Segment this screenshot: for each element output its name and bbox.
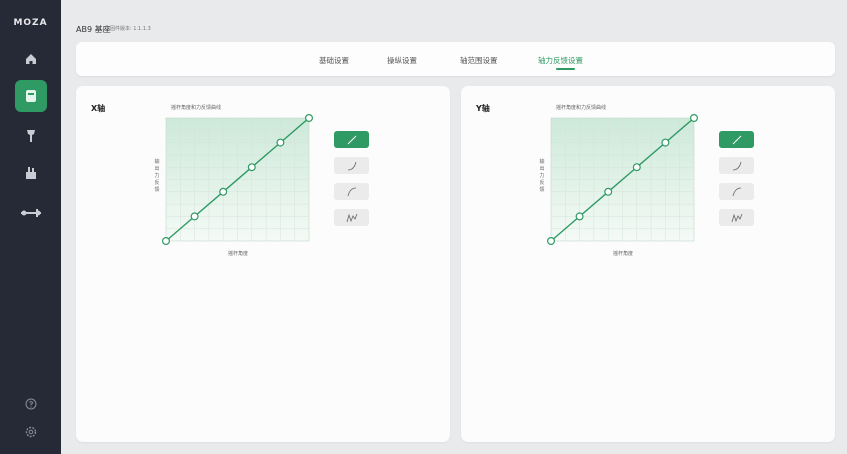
force-feedback-curve-chart[interactable]: [156, 108, 321, 248]
throttle-icon: [26, 167, 36, 179]
sidebar-settings[interactable]: [15, 416, 47, 448]
logarithmic-curve-icon: [732, 187, 741, 196]
logarithmic-curve-icon: [347, 187, 356, 196]
curve-control-point[interactable]: [575, 212, 584, 221]
sidebar-item-pedals[interactable]: [15, 197, 47, 229]
sidebar-item-throttle[interactable]: [15, 157, 47, 189]
joystick-grip-icon: [27, 130, 35, 142]
linear-curve-button[interactable]: [334, 131, 369, 148]
curve-control-point[interactable]: [661, 138, 670, 147]
y-axis-panel: Y轴 摇杆角度和力反馈曲线 输出力反馈 摇杆角度: [461, 86, 835, 442]
panel-title: X轴: [91, 104, 106, 113]
curve-control-point[interactable]: [276, 138, 285, 147]
sidebar-item-base[interactable]: [15, 80, 47, 112]
logarithmic-curve-button[interactable]: [719, 183, 754, 200]
panel-title: Y轴: [476, 104, 490, 113]
curve-control-point[interactable]: [690, 113, 699, 123]
moza-logo: MOZA: [13, 18, 48, 28]
curve-control-point[interactable]: [305, 113, 314, 123]
app-title: AB9 基座: [76, 25, 111, 34]
curve-control-point[interactable]: [604, 187, 613, 196]
linear-curve-icon: [347, 135, 356, 144]
chart-xlabel: 摇杆角度: [228, 251, 249, 257]
linear-curve-icon: [732, 135, 741, 144]
curve-control-point[interactable]: [546, 237, 556, 246]
tab-control-settings[interactable]: 操纵设置: [387, 55, 417, 66]
logarithmic-curve-button[interactable]: [334, 183, 369, 200]
tab-basic-settings[interactable]: 基础设置: [319, 55, 349, 66]
curve-control-point[interactable]: [161, 237, 171, 246]
sidebar-item-home[interactable]: [15, 43, 47, 75]
force-feedback-curve-chart[interactable]: [541, 108, 706, 248]
exponential-curve-button[interactable]: [334, 157, 369, 174]
curve-control-point[interactable]: [247, 163, 256, 172]
sidebar: MOZA: [0, 0, 61, 454]
help-icon: [25, 398, 37, 410]
x-axis-panel: X轴 摇杆角度和力反馈曲线 输出力反馈 摇杆角度: [76, 86, 450, 442]
sidebar-item-grip[interactable]: [15, 120, 47, 152]
exponential-curve-button[interactable]: [719, 157, 754, 174]
joystick-base-icon: [26, 90, 36, 102]
home-icon: [26, 54, 36, 64]
custom-curve-icon: [731, 213, 742, 222]
exponential-curve-icon: [347, 161, 356, 170]
curve-control-point[interactable]: [219, 187, 228, 196]
tab-axis-force-feedback-settings[interactable]: 轴力反馈设置: [538, 55, 583, 66]
tab-axis-range-settings[interactable]: 轴范围设置: [460, 55, 498, 66]
exponential-curve-icon: [732, 161, 741, 170]
custom-curve-button[interactable]: [719, 209, 754, 226]
curve-control-point[interactable]: [190, 212, 199, 221]
custom-curve-button[interactable]: [334, 209, 369, 226]
custom-curve-icon: [346, 213, 357, 222]
settings-icon: [25, 426, 37, 438]
active-tab-indicator: [556, 68, 575, 70]
tab-bar: 基础设置 操纵设置 轴范围设置 轴力反馈设置: [76, 42, 835, 76]
linear-curve-button[interactable]: [719, 131, 754, 148]
pedals-icon: [21, 209, 41, 217]
curve-control-point[interactable]: [632, 163, 641, 172]
firmware-version: 固件版本: 1.1.1.3: [110, 26, 151, 32]
chart-xlabel: 摇杆角度: [613, 251, 634, 257]
